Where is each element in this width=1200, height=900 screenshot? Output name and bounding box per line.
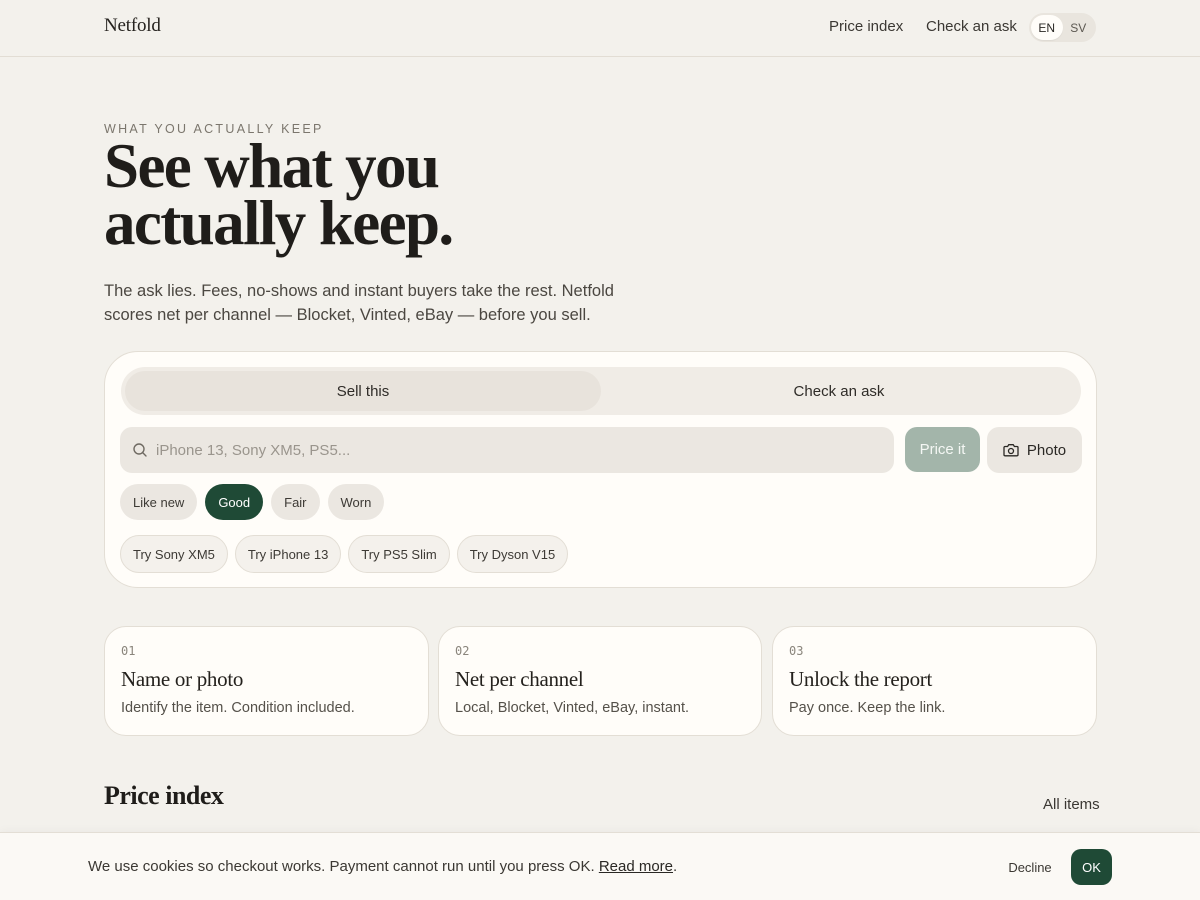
brand-logo[interactable]: Netfold [104, 15, 161, 37]
decline-button[interactable]: Decline [996, 853, 1064, 881]
mode-tabs: Sell this Check an ask [121, 367, 1081, 415]
step-card: 03 Unlock the report Pay once. Keep the … [772, 626, 1097, 736]
step-number: 01 [121, 644, 136, 658]
language-switcher: EN SV [1029, 13, 1096, 42]
step-number: 03 [789, 644, 804, 658]
price-index-title: Price index [104, 781, 224, 810]
step-title: Name or photo [121, 667, 244, 691]
nav-price-index[interactable]: Price index [829, 18, 903, 35]
hero-title: See what you actually keep. [104, 131, 704, 258]
tab-check-an-ask[interactable]: Check an ask [601, 371, 1077, 411]
condition-worn[interactable]: Worn [327, 484, 385, 520]
step-title: Unlock the report [789, 667, 933, 691]
suggestion-chips: Try Sony XM5 Try iPhone 13 Try PS5 Slim … [120, 535, 569, 573]
cookie-message: We use cookies so checkout works. Paymen… [88, 858, 677, 875]
search-input[interactable] [156, 441, 856, 459]
suggestion-sony-xm5[interactable]: Try Sony XM5 [120, 535, 228, 573]
condition-fair[interactable]: Fair [271, 484, 320, 520]
search-card: Sell this Check an ask Price it Photo Li… [104, 351, 1097, 588]
suggestion-ps5-slim[interactable]: Try PS5 Slim [348, 535, 450, 573]
language-en[interactable]: EN [1031, 15, 1063, 40]
hero-title-line-2: actually keep. [104, 188, 454, 258]
read-more-link[interactable]: Read more [599, 858, 673, 875]
top-bar: Netfold Price index Check an ask EN SV [0, 0, 1200, 57]
suggestion-iphone-13[interactable]: Try iPhone 13 [234, 535, 342, 573]
step-card: 02 Net per channel Local, Blocket, Vinte… [438, 626, 762, 736]
suggestion-dyson-v15[interactable]: Try Dyson V15 [456, 535, 569, 573]
language-sv[interactable]: SV [1063, 15, 1095, 40]
cookie-text: We use cookies so checkout works. Paymen… [88, 858, 595, 875]
step-number: 02 [455, 644, 470, 658]
hero-subtitle: The ask lies. Fees, no-shows and instant… [104, 282, 614, 324]
camera-icon [1003, 444, 1019, 457]
step-card: 01 Name or photo Identify the item. Cond… [104, 626, 429, 736]
step-title: Net per channel [455, 667, 584, 691]
step-description: Identify the item. Condition included. [121, 700, 355, 716]
all-items-link[interactable]: All items [1043, 796, 1100, 813]
tab-sell-this[interactable]: Sell this [125, 371, 601, 411]
step-description: Local, Blocket, Vinted, eBay, instant. [455, 700, 690, 716]
photo-button-label: Photo [1026, 441, 1067, 459]
ok-button[interactable]: OK [1071, 849, 1112, 885]
search-icon [133, 443, 147, 457]
cookie-trailing: . [673, 858, 678, 875]
condition-like-new[interactable]: Like new [120, 484, 198, 520]
photo-button[interactable]: Photo [987, 427, 1082, 473]
cookie-banner: We use cookies so checkout works. Paymen… [0, 832, 1200, 900]
condition-chips: Like new Good Fair Worn [120, 484, 385, 520]
hero-title-line-1: See what you [104, 131, 440, 201]
price-it-button[interactable]: Price it [905, 427, 980, 472]
step-description: Pay once. Keep the link. [789, 700, 946, 716]
condition-good[interactable]: Good [205, 484, 264, 520]
nav-check-an-ask[interactable]: Check an ask [926, 18, 1017, 35]
search-box [120, 427, 894, 473]
